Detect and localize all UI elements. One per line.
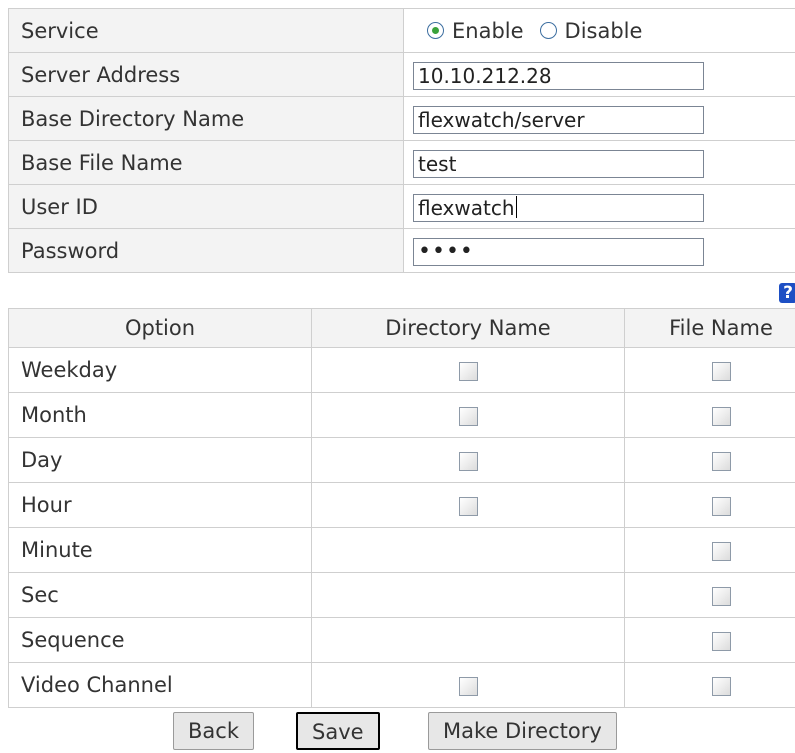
option-row-weekday: Weekday [8,347,795,393]
button-bar: Back Save Make Directory [0,712,795,752]
password-label: Password [8,228,404,273]
file-cell [624,482,795,528]
server-address-input[interactable]: 10.10.212.28 [413,61,704,90]
weekday-file-checkbox[interactable] [711,361,731,381]
save-button[interactable]: Save [296,712,380,750]
option-header: Option [8,308,312,348]
hour-file-checkbox[interactable] [711,496,731,516]
file-cell [624,392,795,438]
option-label: Sec [8,572,312,618]
file-cell [624,527,795,573]
disable-radio-label[interactable]: Disable [565,19,643,43]
option-row-day: Day [8,437,795,483]
password-input[interactable]: •••• [413,237,704,266]
make-directory-button[interactable]: Make Directory [428,712,617,750]
video-channel-file-checkbox[interactable] [711,676,731,696]
file-cell [624,617,795,663]
base-directory-cell: flexwatch/server [403,96,795,141]
base-directory-row: Base Directory Name flexwatch/server [8,96,795,141]
server-address-cell: 10.10.212.28 [403,52,795,97]
user-id-cell: flexwatch [403,184,795,229]
user-id-label: User ID [8,184,404,229]
user-id-value: flexwatch [418,195,515,220]
password-row: Password •••• [8,228,795,273]
option-label: Weekday [8,347,312,393]
file-cell [624,572,795,618]
dir-cell [311,572,625,618]
file-name-header: File Name [624,308,795,348]
option-label: Hour [8,482,312,528]
user-id-row: User ID flexwatch [8,184,795,229]
option-label: Day [8,437,312,483]
file-cell [624,662,795,708]
service-cell: Enable Disable [403,8,795,53]
option-label: Month [8,392,312,438]
server-address-row: Server Address 10.10.212.28 [8,52,795,97]
option-row-video-channel: Video Channel [8,662,795,708]
option-label: Sequence [8,617,312,663]
user-id-input[interactable]: flexwatch [413,193,704,222]
dir-cell [311,482,625,528]
text-cursor [515,195,517,218]
dir-cell [311,347,625,393]
enable-radio-label[interactable]: Enable [452,19,524,43]
hour-dir-checkbox[interactable] [458,496,478,516]
base-file-row: Base File Name test [8,140,795,185]
option-row-month: Month [8,392,795,438]
service-row: Service Enable Disable [8,8,795,53]
password-cell: •••• [403,228,795,273]
service-radio-group: Enable Disable [427,19,795,43]
file-cell [624,437,795,483]
option-label: Video Channel [8,662,312,708]
month-dir-checkbox[interactable] [458,406,478,426]
minute-file-checkbox[interactable] [711,541,731,561]
settings-table: Service Enable Disable Server Address 10… [8,8,795,273]
dir-cell [311,662,625,708]
directory-name-header: Directory Name [311,308,625,348]
dir-cell [311,527,625,573]
option-row-minute: Minute [8,527,795,573]
dir-cell [311,437,625,483]
base-file-label: Base File Name [8,140,404,185]
options-header-row: Option Directory Name File Name [8,308,795,348]
weekday-dir-checkbox[interactable] [458,361,478,381]
base-file-cell: test [403,140,795,185]
disable-radio[interactable] [539,22,557,39]
option-row-sec: Sec [8,572,795,618]
option-label: Minute [8,527,312,573]
base-file-input[interactable]: test [413,149,704,178]
help-icon[interactable]: ? [779,283,795,303]
dir-cell [311,392,625,438]
month-file-checkbox[interactable] [711,406,731,426]
base-directory-label: Base Directory Name [8,96,404,141]
service-label: Service [8,8,404,53]
day-dir-checkbox[interactable] [458,451,478,471]
day-file-checkbox[interactable] [711,451,731,471]
enable-radio[interactable] [427,22,444,39]
file-cell [624,347,795,393]
option-row-hour: Hour [8,482,795,528]
back-button[interactable]: Back [173,712,254,750]
server-address-label: Server Address [8,52,404,97]
sec-file-checkbox[interactable] [711,586,731,606]
options-table: Option Directory Name File Name Weekday … [8,308,795,708]
dir-cell [311,617,625,663]
sequence-file-checkbox[interactable] [711,631,731,651]
video-channel-dir-checkbox[interactable] [458,676,478,696]
option-row-sequence: Sequence [8,617,795,663]
base-directory-input[interactable]: flexwatch/server [413,105,704,134]
